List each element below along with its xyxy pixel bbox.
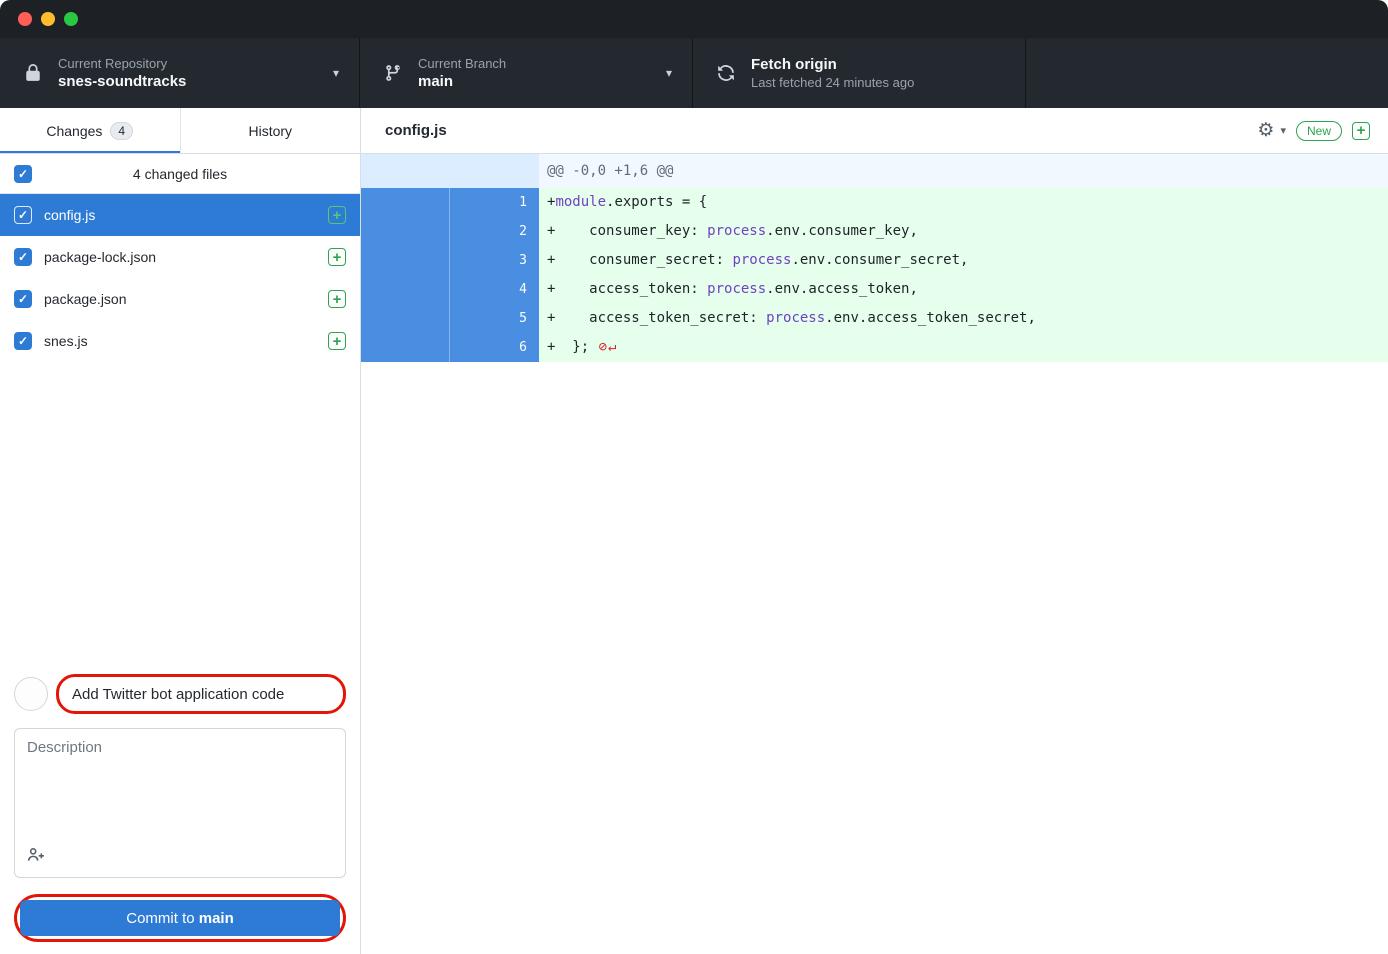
commit-button-branch: main bbox=[199, 910, 234, 927]
lock-icon bbox=[24, 64, 42, 82]
changes-sidebar: Changes 4 History ✓ 4 changed files ✓ co… bbox=[0, 108, 361, 954]
tab-changes-label: Changes bbox=[46, 123, 102, 139]
diff-gutter-new[interactable]: 5 bbox=[450, 304, 539, 333]
file-name: package.json bbox=[44, 291, 127, 307]
diff-line-4: 4 + access_token: process.env.access_tok… bbox=[361, 275, 1388, 304]
diff-line-code: +module.exports = { bbox=[539, 188, 1388, 217]
commit-summary-input[interactable] bbox=[60, 678, 342, 710]
file-checkbox[interactable]: ✓ bbox=[14, 332, 32, 350]
diff-line-code: + consumer_secret: process.env.consumer_… bbox=[539, 246, 1388, 275]
diff-line-6: 6 + }; ⊘↵ bbox=[361, 333, 1388, 362]
diff-line-code: + }; ⊘↵ bbox=[539, 333, 1388, 362]
add-coauthor-button[interactable] bbox=[25, 844, 47, 869]
chevron-down-icon: ▾ bbox=[333, 66, 339, 80]
tab-changes[interactable]: Changes 4 bbox=[0, 108, 181, 153]
file-row-snes-js[interactable]: ✓ snes.js + bbox=[0, 320, 360, 362]
diff-line-code: + access_token: process.env.access_token… bbox=[539, 275, 1388, 304]
sync-icon bbox=[717, 64, 735, 82]
hunk-gutter[interactable] bbox=[361, 154, 539, 188]
diff-line-code: + consumer_key: process.env.consumer_key… bbox=[539, 217, 1388, 246]
branch-name: main bbox=[418, 73, 506, 90]
git-branch-icon bbox=[384, 64, 402, 82]
avatar bbox=[14, 677, 48, 711]
repository-label: Current Repository bbox=[58, 56, 186, 71]
file-name: snes.js bbox=[44, 333, 88, 349]
commit-button[interactable]: Commit to main bbox=[20, 900, 340, 936]
changed-file-list: ✓ config.js + ✓ package-lock.json + ✓ pa… bbox=[0, 194, 360, 362]
branch-label: Current Branch bbox=[418, 56, 506, 71]
diff-file-header: config.js ⚙ ▾ New + bbox=[361, 108, 1388, 154]
diff-line-3: 3 + consumer_secret: process.env.consume… bbox=[361, 246, 1388, 275]
hunk-header: @@ -0,0 +1,6 @@ bbox=[539, 154, 1388, 188]
chevron-down-icon: ▾ bbox=[666, 66, 672, 80]
file-added-icon: + bbox=[328, 290, 346, 308]
commit-description-box bbox=[14, 728, 346, 878]
file-row-config-js[interactable]: ✓ config.js + bbox=[0, 194, 360, 236]
fetch-origin-button[interactable]: Fetch origin Last fetched 24 minutes ago bbox=[693, 38, 1026, 108]
diff-gutter-old[interactable] bbox=[361, 188, 450, 217]
changes-count-badge: 4 bbox=[110, 122, 133, 140]
titlebar bbox=[0, 0, 1388, 38]
file-checkbox[interactable]: ✓ bbox=[14, 248, 32, 266]
no-newline-icon: ⊘↵ bbox=[589, 339, 617, 355]
branch-selector[interactable]: Current Branch main ▾ bbox=[360, 38, 693, 108]
diff-line-5: 5 + access_token_secret: process.env.acc… bbox=[361, 304, 1388, 333]
changed-files-header: ✓ 4 changed files bbox=[0, 154, 360, 194]
person-add-icon bbox=[27, 852, 45, 867]
maximize-button[interactable] bbox=[64, 12, 78, 26]
tab-history[interactable]: History bbox=[181, 108, 361, 153]
diff-line-code: + access_token_secret: process.env.acces… bbox=[539, 304, 1388, 333]
diff-gutter-new[interactable]: 3 bbox=[450, 246, 539, 275]
file-checkbox[interactable]: ✓ bbox=[14, 290, 32, 308]
close-button[interactable] bbox=[18, 12, 32, 26]
fetch-subtitle: Last fetched 24 minutes ago bbox=[751, 75, 914, 90]
diff-pane: config.js ⚙ ▾ New + @@ -0,0 +1,6 @@ 1 +m… bbox=[361, 108, 1388, 954]
diff-gutter-old[interactable] bbox=[361, 304, 450, 333]
diff-gutter-new[interactable]: 6 bbox=[450, 333, 539, 362]
tab-history-label: History bbox=[248, 123, 292, 139]
repository-selector[interactable]: Current Repository snes-soundtracks ▾ bbox=[0, 38, 360, 108]
diff-line-2: 2 + consumer_key: process.env.consumer_k… bbox=[361, 217, 1388, 246]
diff-gutter-old[interactable] bbox=[361, 333, 450, 362]
diff-gutter-new[interactable]: 1 bbox=[450, 188, 539, 217]
app-window: Current Repository snes-soundtracks ▾ Cu… bbox=[0, 0, 1388, 954]
diff-gutter-new[interactable]: 4 bbox=[450, 275, 539, 304]
diff-gutter-new[interactable]: 2 bbox=[450, 217, 539, 246]
new-file-badge: New bbox=[1296, 121, 1342, 141]
file-added-icon: + bbox=[1352, 122, 1370, 140]
fetch-title: Fetch origin bbox=[751, 56, 914, 73]
commit-form: Commit to main bbox=[0, 668, 360, 954]
file-row-package-json[interactable]: ✓ package.json + bbox=[0, 278, 360, 320]
toolbar: Current Repository snes-soundtracks ▾ Cu… bbox=[0, 38, 1388, 108]
repository-name: snes-soundtracks bbox=[58, 73, 186, 90]
hunk-row: @@ -0,0 +1,6 @@ bbox=[361, 154, 1388, 188]
file-added-icon: + bbox=[328, 332, 346, 350]
diff-gutter-old[interactable] bbox=[361, 275, 450, 304]
diff-gutter-old[interactable] bbox=[361, 217, 450, 246]
commit-description-input[interactable] bbox=[15, 729, 345, 837]
sidebar-tabs: Changes 4 History bbox=[0, 108, 360, 154]
diff-gutter-old[interactable] bbox=[361, 246, 450, 275]
file-added-icon: + bbox=[328, 206, 346, 224]
diff-file-name: config.js bbox=[385, 122, 447, 139]
commit-button-label: Commit to bbox=[126, 910, 199, 927]
file-name: config.js bbox=[44, 207, 95, 223]
diff-view: @@ -0,0 +1,6 @@ 1 +module.exports = { 2 … bbox=[361, 154, 1388, 954]
annotation-commit-highlight: Commit to main bbox=[14, 894, 346, 942]
file-checkbox[interactable]: ✓ bbox=[14, 206, 32, 224]
select-all-checkbox[interactable]: ✓ bbox=[14, 165, 32, 183]
file-added-icon: + bbox=[328, 248, 346, 266]
chevron-down-icon[interactable]: ▾ bbox=[1280, 124, 1286, 137]
changed-files-label: 4 changed files bbox=[133, 166, 227, 182]
file-row-package-lock-json[interactable]: ✓ package-lock.json + bbox=[0, 236, 360, 278]
file-name: package-lock.json bbox=[44, 249, 156, 265]
annotation-summary-highlight bbox=[56, 674, 346, 714]
minimize-button[interactable] bbox=[41, 12, 55, 26]
gear-icon[interactable]: ⚙ bbox=[1257, 119, 1274, 142]
diff-line-1: 1 +module.exports = { bbox=[361, 188, 1388, 217]
